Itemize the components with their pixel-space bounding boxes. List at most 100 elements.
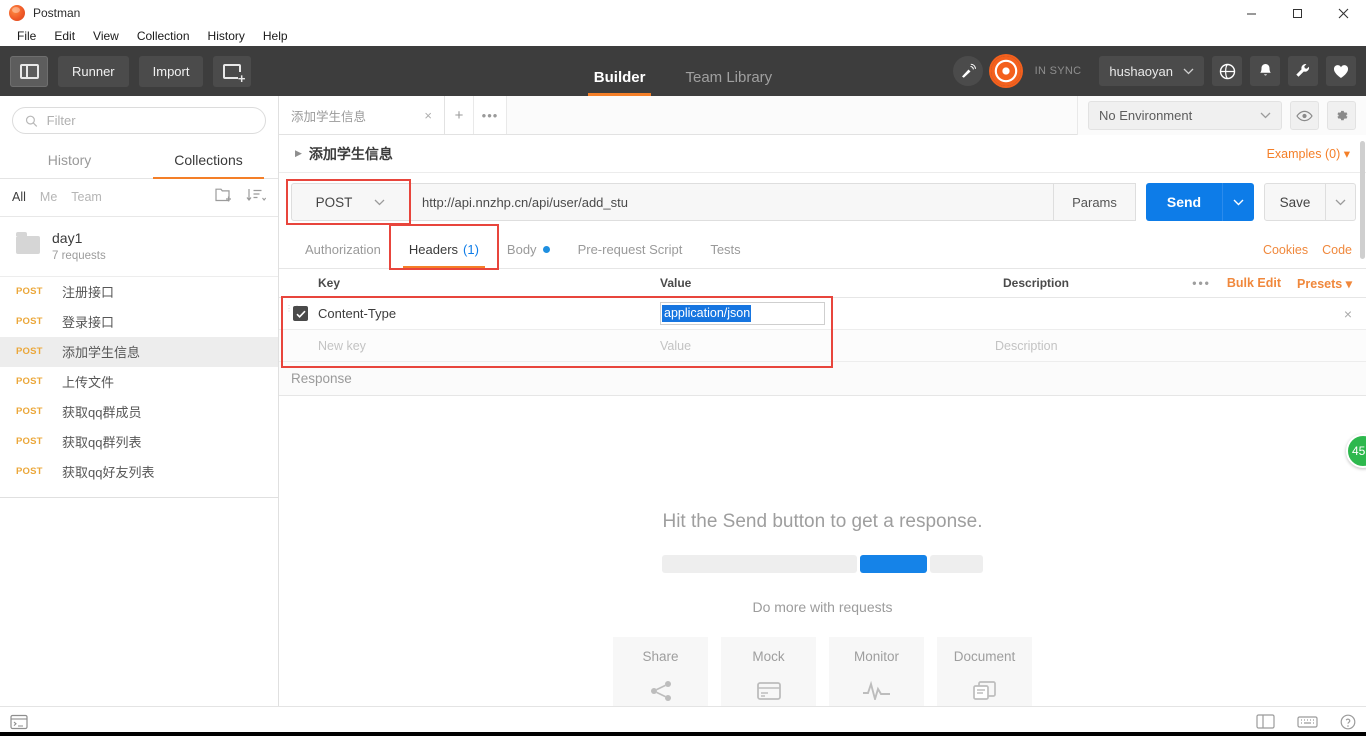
header-value-cell[interactable]: application/json <box>660 302 995 325</box>
new-description-input[interactable]: Description <box>995 337 1366 355</box>
sidebar: History Collections All Me Team day1 7 r… <box>0 96 279 706</box>
new-window-button[interactable] <box>213 55 252 87</box>
sort-icon[interactable] <box>246 188 267 207</box>
sidebar-toggle-button[interactable] <box>10 55 48 87</box>
request-name: 获取qq群成员 <box>62 404 142 420</box>
save-button[interactable]: Save <box>1264 183 1326 221</box>
tab-builder[interactable]: Builder <box>587 69 652 96</box>
method-select[interactable]: POST <box>291 183 409 221</box>
skeleton-bar-send <box>860 555 927 573</box>
scope-filter-all[interactable]: All <box>12 190 26 204</box>
column-key: Key <box>318 276 341 290</box>
header-value-input[interactable]: application/json <box>660 302 825 325</box>
help-icon[interactable] <box>1340 714 1356 730</box>
row-enabled-checkbox[interactable] <box>293 306 308 321</box>
console-icon[interactable] <box>10 714 28 730</box>
menu-view[interactable]: View <box>84 27 128 45</box>
globe-button[interactable] <box>1212 56 1242 86</box>
chevron-down-icon <box>1335 199 1346 205</box>
menu-file[interactable]: File <box>8 27 45 45</box>
collection-item-day1[interactable]: day1 7 requests <box>0 217 278 277</box>
new-value-input[interactable]: Value <box>660 337 995 355</box>
card-document[interactable]: Document <box>937 637 1032 706</box>
window-controls <box>1228 0 1366 26</box>
list-item[interactable]: POST 添加学生信息 <box>0 336 278 367</box>
menu-history[interactable]: History <box>199 27 254 45</box>
code-link[interactable]: Code <box>1322 243 1352 257</box>
tab-pre-request-script[interactable]: Pre-request Script <box>564 231 697 268</box>
examples-link[interactable]: Examples (0) ▾ <box>1267 146 1350 161</box>
row-handle[interactable]: ⋮⋮ <box>279 304 318 321</box>
tab-authorization[interactable]: Authorization <box>291 231 395 268</box>
list-item[interactable]: POST 注册接口 <box>0 277 278 307</box>
page-title: 添加学生信息 <box>308 145 393 162</box>
request-tab-strip: 添加学生信息 × + ••• No Environment <box>279 96 1366 135</box>
filter-box[interactable] <box>12 107 266 134</box>
card-mock[interactable]: Mock <box>721 637 816 706</box>
notifications-button[interactable] <box>1250 56 1280 86</box>
menu-edit[interactable]: Edit <box>45 27 84 45</box>
user-menu-button[interactable]: hushaoyan <box>1099 56 1204 86</box>
environment-quick-look-button[interactable] <box>1290 101 1319 130</box>
presets-button[interactable]: Presets ▾ <box>1297 276 1352 291</box>
url-input[interactable] <box>409 183 1054 221</box>
list-item[interactable]: POST 上传文件 <box>0 367 278 397</box>
tab-body[interactable]: Body <box>493 231 564 268</box>
sidebar-tab-collections[interactable]: Collections <box>139 143 278 179</box>
close-button[interactable] <box>1320 0 1366 26</box>
new-key-input[interactable]: New key <box>318 338 660 353</box>
sync-status-icon[interactable] <box>990 56 1021 86</box>
toolbar-right-group: IN SYNC hushaoyan <box>952 56 1356 86</box>
window-title-bar: Postman <box>0 0 1366 26</box>
two-pane-icon[interactable] <box>1256 714 1275 729</box>
header-key-cell[interactable]: Content-Type <box>318 306 660 321</box>
chevron-right-icon[interactable]: ▶ <box>295 148 302 159</box>
scope-filter-team[interactable]: Team <box>71 190 102 204</box>
new-request-tab-button[interactable]: + <box>445 96 474 134</box>
maximize-button[interactable] <box>1274 0 1320 26</box>
request-tab-more-button[interactable]: ••• <box>474 96 507 134</box>
cookies-link[interactable]: Cookies <box>1263 243 1308 257</box>
tab-team-library[interactable]: Team Library <box>685 69 772 96</box>
gear-icon <box>1337 110 1348 121</box>
save-options-button[interactable] <box>1326 183 1356 221</box>
scope-filter-me[interactable]: Me <box>40 190 57 204</box>
menu-help[interactable]: Help <box>254 27 297 45</box>
monitor-pulse-icon <box>862 680 892 705</box>
card-monitor[interactable]: Monitor <box>829 637 924 706</box>
list-item[interactable]: POST 获取qq好友列表 <box>0 457 278 487</box>
runner-button[interactable]: Runner <box>58 55 129 87</box>
params-button[interactable]: Params <box>1054 183 1136 221</box>
card-share[interactable]: Share <box>613 637 708 706</box>
new-folder-icon[interactable] <box>215 187 233 207</box>
manage-environments-button[interactable] <box>1327 101 1356 130</box>
close-icon[interactable]: × <box>424 108 432 123</box>
broadcast-button[interactable] <box>952 56 983 86</box>
chevron-down-icon <box>1183 68 1194 74</box>
chevron-down-icon: ▾ <box>1343 147 1350 161</box>
import-button[interactable]: Import <box>138 55 204 87</box>
environment-select[interactable]: No Environment <box>1088 101 1282 130</box>
list-item[interactable]: POST 获取qq群列表 <box>0 427 278 457</box>
sidebar-tab-history[interactable]: History <box>0 143 139 178</box>
tab-tests[interactable]: Tests <box>696 231 754 268</box>
card-document-label: Document <box>953 649 1016 664</box>
scrollbar-thumb[interactable] <box>1360 141 1365 259</box>
main-scrollbar[interactable] <box>1358 135 1366 706</box>
favorites-heart-button[interactable] <box>1326 56 1356 86</box>
collection-text: day1 7 requests <box>52 229 106 262</box>
search-input[interactable] <box>46 113 253 128</box>
list-item[interactable]: POST 获取qq群成员 <box>0 397 278 427</box>
open-request-tab[interactable]: 添加学生信息 × <box>279 96 445 134</box>
send-button[interactable]: Send <box>1146 183 1222 221</box>
list-item[interactable]: POST 登录接口 <box>0 307 278 337</box>
minimize-button[interactable] <box>1228 0 1274 26</box>
drag-handle-icon[interactable]: ⋮⋮ <box>285 304 301 321</box>
tab-headers[interactable]: Headers (1) <box>388 224 499 270</box>
send-options-button[interactable] <box>1222 183 1254 221</box>
settings-wrench-button[interactable] <box>1288 56 1318 86</box>
bulk-edit-button[interactable]: Bulk Edit <box>1227 276 1281 290</box>
keyboard-icon[interactable] <box>1297 715 1318 729</box>
headers-more-button[interactable]: ••• <box>1192 276 1211 290</box>
menu-collection[interactable]: Collection <box>128 27 199 45</box>
